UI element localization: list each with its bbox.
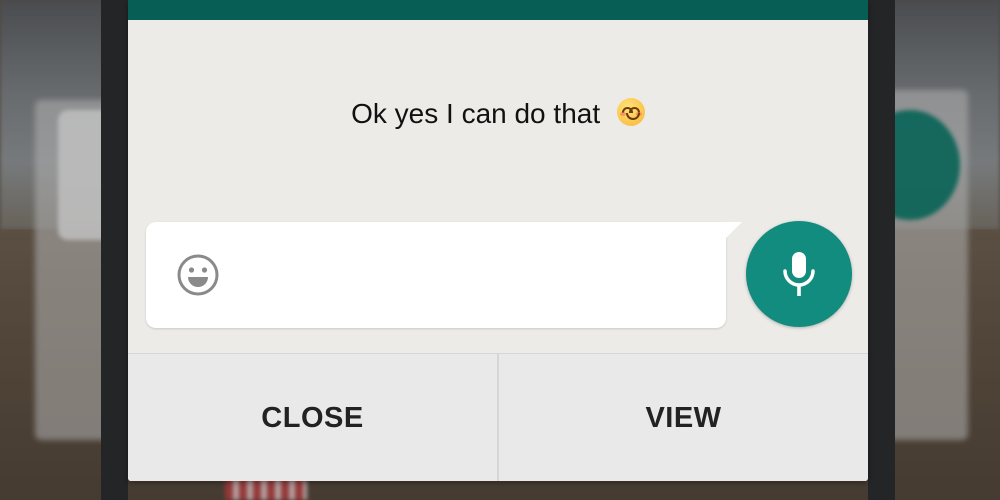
popup-header <box>128 0 868 20</box>
microphone-icon <box>783 252 815 296</box>
input-bubble-tail <box>724 222 742 240</box>
view-button[interactable]: VIEW <box>499 354 868 481</box>
close-button[interactable]: CLOSE <box>128 354 497 481</box>
quick-reply-popup: Ok yes I can do that CLOSE VIEW <box>128 0 868 481</box>
mic-button[interactable] <box>746 221 852 327</box>
action-bar: CLOSE VIEW <box>128 353 868 481</box>
message-text: Ok yes I can do that <box>351 98 601 129</box>
emoji-face-icon[interactable] <box>176 253 220 297</box>
incoming-message: Ok yes I can do that <box>128 98 868 130</box>
smiling-face-emoji <box>616 98 645 126</box>
reply-input-box[interactable] <box>146 222 726 328</box>
reply-text-input[interactable] <box>238 252 712 300</box>
